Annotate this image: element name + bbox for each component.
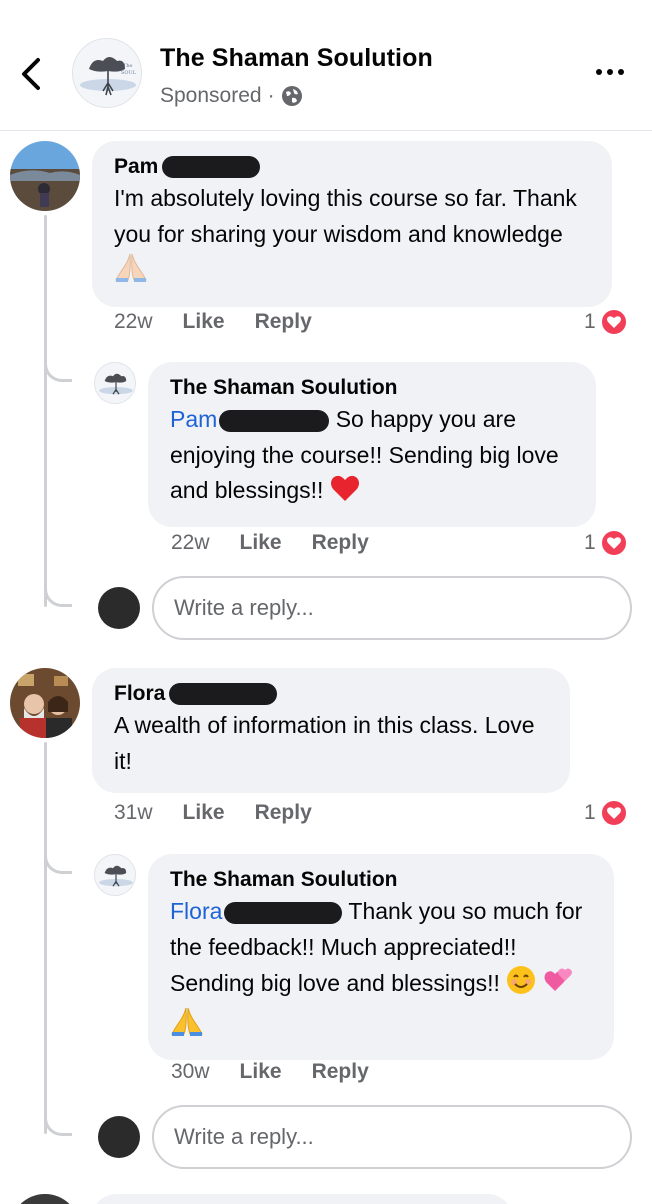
reply-button[interactable]: Reply (255, 801, 312, 825)
like-button[interactable]: Like (183, 310, 225, 334)
comment-actions: 22w Like Reply (114, 310, 312, 334)
globe-icon (281, 86, 302, 106)
reply-button[interactable]: Reply (255, 310, 312, 334)
reply-text: Pam So happy you are enjoying the course… (170, 402, 574, 513)
reply-button[interactable]: Reply (312, 531, 369, 555)
header-divider (0, 130, 652, 131)
smiling-face-emoji (506, 965, 536, 1006)
reply-author[interactable]: The Shaman Soulution (170, 866, 592, 894)
reply-bubble[interactable]: The Shaman Soulution Pam So happy you ar… (148, 362, 596, 527)
comment-bubble[interactable]: Pam I'm absolutely loving this course so… (92, 141, 612, 307)
svg-text:SOUL: SOUL (121, 70, 137, 76)
more-options-button[interactable] (592, 60, 628, 84)
commenter-avatar-pam[interactable] (10, 141, 80, 211)
page-avatar[interactable]: The SOUL (72, 38, 142, 108)
next-comment-bubble[interactable] (92, 1194, 512, 1204)
reply-time[interactable]: 30w (171, 1060, 210, 1084)
comment-time[interactable]: 31w (114, 801, 153, 825)
comment-text: I'm absolutely loving this course so far… (114, 181, 590, 293)
like-button[interactable]: Like (240, 1060, 282, 1084)
love-reaction-icon (599, 308, 628, 336)
reply-time[interactable]: 22w (171, 531, 210, 555)
reply-author[interactable]: The Shaman Soulution (170, 374, 574, 402)
svg-text:The: The (123, 63, 133, 69)
page-title[interactable]: The Shaman Soulution (160, 44, 433, 73)
redacted-name (224, 901, 343, 924)
comment-author[interactable]: Flora (114, 680, 548, 708)
comment-text: A wealth of information in this class. L… (114, 712, 535, 774)
tree-logo-icon (95, 855, 135, 895)
reply-text: Flora Thank you so much for the feedback… (170, 894, 592, 1046)
redacted-name (169, 683, 278, 705)
reaction-count: 1 (584, 310, 596, 333)
love-reaction-icon (599, 799, 628, 827)
thread-connector (44, 585, 72, 607)
sponsored-text: Sponsored (160, 84, 262, 107)
write-reply-input[interactable] (152, 1105, 632, 1169)
redacted-name (219, 409, 330, 432)
mention-link[interactable]: Pam (170, 406, 217, 432)
thread-connector (44, 852, 72, 874)
praying-hands-emoji (170, 1006, 204, 1047)
comment-actions: 31w Like Reply (114, 801, 312, 825)
praying-hands-emoji (114, 252, 148, 293)
commenter-avatar-flora[interactable] (10, 668, 80, 738)
thread-line (44, 215, 47, 607)
reply-actions: 22w Like Reply (171, 531, 369, 555)
reply-bubble[interactable]: The Shaman Soulution Flora Thank you so … (148, 854, 614, 1060)
like-button[interactable]: Like (183, 801, 225, 825)
reaction-summary[interactable]: 1 (584, 799, 628, 827)
love-reaction-icon (599, 529, 628, 557)
back-button[interactable] (14, 54, 50, 94)
red-heart-emoji (330, 474, 360, 513)
thread-line (44, 742, 47, 1134)
page-reply-avatar[interactable] (94, 362, 136, 404)
comment-bubble[interactable]: Flora A wealth of information in this cl… (92, 668, 570, 793)
landscape-photo (10, 141, 80, 211)
couple-photo (10, 668, 80, 738)
separator-dot: · (267, 84, 275, 107)
mention-link[interactable]: Flora (170, 898, 222, 924)
tree-logo-icon: The SOUL (73, 39, 141, 107)
page-reply-avatar[interactable] (94, 854, 136, 896)
thread-connector (44, 1114, 72, 1136)
current-user-avatar (98, 1116, 140, 1158)
reaction-count: 1 (584, 801, 596, 824)
redacted-name (162, 156, 261, 178)
two-hearts-emoji (543, 965, 575, 1006)
thread-connector (44, 360, 72, 382)
reaction-summary[interactable]: 1 (584, 529, 628, 557)
current-user-avatar (98, 587, 140, 629)
write-reply-input[interactable] (152, 576, 632, 640)
sponsored-label: Sponsored · (160, 84, 303, 108)
tree-logo-icon (95, 363, 135, 403)
reaction-count: 1 (584, 531, 596, 554)
more-options-icon (596, 69, 624, 75)
reply-button[interactable]: Reply (312, 1060, 369, 1084)
next-commenter-avatar[interactable] (10, 1194, 80, 1204)
like-button[interactable]: Like (240, 531, 282, 555)
comment-author[interactable]: Pam (114, 153, 590, 181)
reply-actions: 30w Like Reply (171, 1060, 369, 1084)
comment-time[interactable]: 22w (114, 310, 153, 334)
reaction-summary[interactable]: 1 (584, 308, 628, 336)
back-arrow-icon (22, 58, 40, 90)
